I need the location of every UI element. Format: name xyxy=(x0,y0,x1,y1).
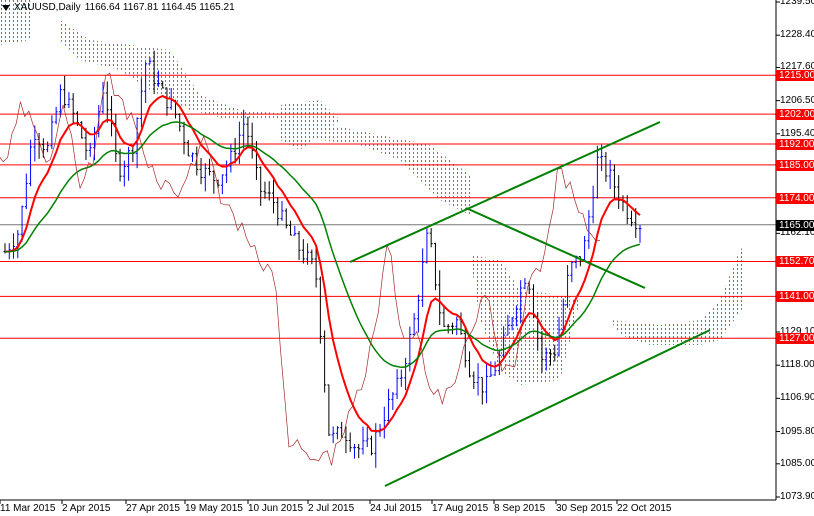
price-chart[interactable] xyxy=(0,0,814,516)
y-tick-label: 1085.00 xyxy=(780,457,814,469)
y-tick-label: 1239.50 xyxy=(780,0,814,7)
y-tick-label: 1195.40 xyxy=(780,127,814,139)
x-tick-label: 24 Jul 2015 xyxy=(370,503,422,514)
level-price-tag: 1174.00 xyxy=(776,192,814,204)
level-price-tag: 1215.00 xyxy=(776,70,814,82)
level-price-tag: 1141.00 xyxy=(776,291,814,303)
y-tick-label: 1073.90 xyxy=(780,491,814,502)
bull-cloud xyxy=(610,245,745,345)
y-tick-label: 1095.80 xyxy=(780,425,814,437)
y-tick-label: 1206.50 xyxy=(780,94,814,106)
ohlc-readout: 1166.64 1167.81 1164.45 1165.21 xyxy=(84,2,235,13)
symbol-label: XAUUSD,Daily xyxy=(14,2,81,13)
chart-header: XAUUSD,Daily 1166.64 1167.81 1164.45 116… xyxy=(2,2,235,13)
x-tick-label: 19 May 2015 xyxy=(185,503,243,514)
x-tick-label: 22 Oct 2015 xyxy=(617,503,672,514)
y-tick-label: 1106.90 xyxy=(780,392,814,404)
level-price-tag: 1185.00 xyxy=(776,159,814,171)
level-price-tag: 1152.70 xyxy=(776,256,814,268)
bull-cloud xyxy=(280,100,340,150)
x-tick-label: 2 Apr 2015 xyxy=(62,503,111,514)
x-tick-label: 11 Mar 2015 xyxy=(0,503,56,514)
x-tick-label: 17 Aug 2015 xyxy=(432,503,489,514)
current-price-tag: 1165.00 xyxy=(776,219,814,231)
x-tick-label: 27 Apr 2015 xyxy=(126,503,180,514)
chart-window[interactable]: XAUUSD,Daily 1166.64 1167.81 1164.45 116… xyxy=(0,0,814,516)
y-tick-label: 1118.00 xyxy=(780,359,814,371)
level-price-tag: 1127.00 xyxy=(776,333,814,345)
x-tick-label: 8 Sep 2015 xyxy=(494,503,546,514)
collapse-triangle-icon[interactable] xyxy=(2,4,10,11)
y-tick-label: 1228.40 xyxy=(780,29,814,41)
level-price-tag: 1202.00 xyxy=(776,109,814,121)
x-tick-label: 30 Sep 2015 xyxy=(556,503,613,514)
x-tick-label: 10 Jun 2015 xyxy=(248,503,304,514)
level-price-tag: 1192.00 xyxy=(776,138,814,150)
x-tick-label: 2 Jul 2015 xyxy=(308,503,355,514)
